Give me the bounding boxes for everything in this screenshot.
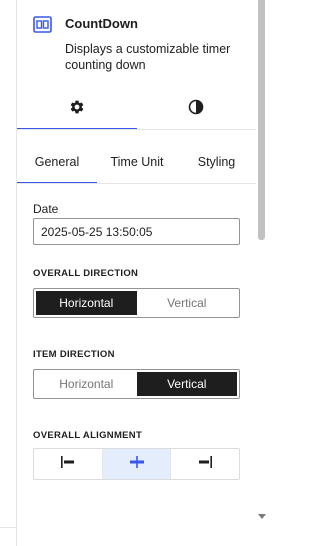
contrast-half-circle-icon	[188, 99, 204, 120]
overall-direction-horizontal-option[interactable]: Horizontal	[36, 291, 137, 315]
editor-left-edge	[0, 0, 17, 546]
tab-settings[interactable]	[17, 89, 137, 129]
align-center-button[interactable]	[102, 449, 172, 479]
scrollbar-thumb[interactable]	[258, 0, 265, 240]
justify-right-icon	[196, 455, 214, 474]
justify-center-icon	[128, 455, 146, 474]
left-edge-divider	[0, 527, 16, 528]
countdown-block-icon	[33, 15, 52, 34]
overall-direction-label: Overall Direction	[33, 268, 139, 279]
date-input-value: 2025-05-25 13:50:05	[41, 224, 153, 239]
item-direction-label: Item Direction	[33, 349, 115, 360]
tab-styling[interactable]: Styling	[177, 141, 256, 183]
item-direction-toggle: Horizontal Vertical	[33, 369, 240, 399]
gear-icon	[69, 99, 85, 120]
tab-general[interactable]: General	[17, 141, 97, 183]
block-description: Displays a customizable timer counting d…	[65, 42, 231, 72]
overall-alignment-label: Overall Alignment	[33, 430, 143, 441]
inner-tabs-divider	[17, 183, 256, 184]
overall-direction-vertical-option[interactable]: Vertical	[137, 291, 238, 315]
align-right-button[interactable]	[171, 449, 239, 479]
date-input[interactable]: 2025-05-25 13:50:05	[33, 218, 240, 245]
overall-direction-toggle: Horizontal Vertical	[33, 288, 240, 318]
tab-time-unit[interactable]: Time Unit	[97, 141, 177, 183]
tab-styles[interactable]	[136, 89, 256, 129]
item-direction-horizontal-option[interactable]: Horizontal	[36, 372, 137, 396]
scroll-down-arrow-icon[interactable]	[258, 513, 266, 521]
date-label: Date	[33, 202, 59, 216]
tabs-divider	[17, 129, 256, 130]
tab-general-label: General	[34, 155, 80, 169]
justify-left-icon	[59, 455, 77, 474]
tab-time-unit-label: Time Unit	[110, 155, 164, 169]
item-direction-vertical-option[interactable]: Vertical	[136, 372, 237, 396]
tab-styling-label: Styling	[197, 155, 236, 169]
align-left-button[interactable]	[34, 449, 103, 479]
block-title: CountDown	[65, 16, 138, 31]
overall-alignment-toggle	[33, 448, 240, 480]
